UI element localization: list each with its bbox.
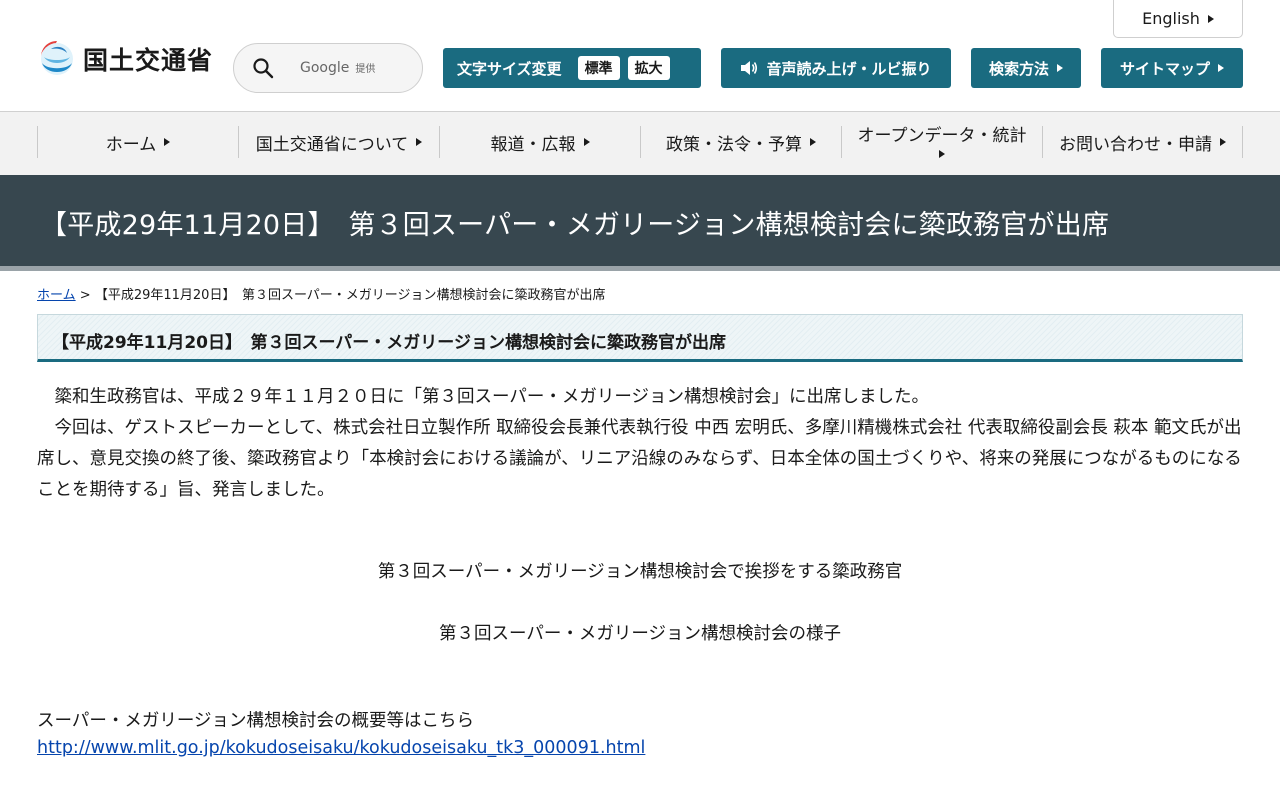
caret-right-icon [416, 138, 423, 146]
site-logo[interactable]: 国土交通省 [37, 37, 213, 81]
nav-item-label: 国土交通省について [255, 134, 409, 155]
speaker-icon [741, 61, 758, 75]
search-provided-label: 提供 [355, 64, 376, 75]
page-title-band: 【平成29年11月20日】 第３回スーパー・メガリージョン構想検討会に簗政務官が… [0, 175, 1280, 271]
caret-right-icon [1220, 138, 1226, 146]
nav-item-about[interactable]: 国土交通省について [238, 126, 439, 158]
nav-item-label: お問い合わせ・申請 [1059, 134, 1212, 155]
sitemap-button[interactable]: サイトマップ [1101, 48, 1243, 88]
caret-right-icon [939, 149, 945, 158]
breadcrumb-current: 【平成29年11月20日】 第３回スーパー・メガリージョン構想検討会に簗政務官が… [94, 288, 606, 303]
caret-right-icon [1218, 64, 1224, 72]
breadcrumb-home-link[interactable]: ホーム [37, 288, 76, 303]
photo-caption: 第３回スーパー・メガリージョン構想検討会で挨拶をする簗政務官 [377, 562, 903, 582]
nav-item-label: ホーム [105, 134, 157, 155]
sitemap-label: サイトマップ [1119, 59, 1210, 78]
font-size-control: 文字サイズ変更 標準 拡大 [443, 48, 701, 88]
breadcrumb: ホーム > 【平成29年11月20日】 第３回スーパー・メガリージョン構想検討会… [37, 284, 606, 303]
language-button[interactable]: English [1113, 0, 1243, 38]
search-method-label: 検索方法 [988, 59, 1049, 78]
search-placeholder[interactable]: Google 提供 [300, 60, 375, 76]
nav-item-label: オープンデータ・統計 [857, 125, 1027, 146]
search-icon[interactable] [252, 57, 274, 79]
nav-item-label: 報道・広報 [490, 134, 576, 155]
more-info-link[interactable]: http://www.mlit.go.jp/kokudoseisaku/koku… [37, 738, 645, 758]
search-provider: Google [300, 60, 350, 76]
font-size-normal-button[interactable]: 標準 [577, 56, 620, 80]
voice-ruby-button[interactable]: 音声読み上げ・ルビ振り [721, 48, 951, 88]
page-title: 【平成29年11月20日】 第３回スーパー・メガリージョン構想検討会に簗政務官が… [40, 210, 1110, 241]
search-method-button[interactable]: 検索方法 [971, 48, 1081, 88]
nav-item-contact[interactable]: お問い合わせ・申請 [1042, 126, 1243, 158]
nav-item-home[interactable]: ホーム [37, 126, 238, 158]
language-label: English [1142, 9, 1200, 28]
global-nav: ホーム 国土交通省について 報道・広報 政策・法令・予算 オープンデータ・統計 … [0, 112, 1280, 175]
more-info-label: スーパー・メガリージョン構想検討会の概要等はこちら [37, 711, 474, 731]
font-size-label: 文字サイズ変更 [457, 59, 562, 78]
nav-item-policy[interactable]: 政策・法令・予算 [640, 126, 841, 158]
section-heading-box: 【平成29年11月20日】 第３回スーパー・メガリージョン構想検討会に簗政務官が… [37, 314, 1243, 362]
search-box[interactable]: Google 提供 [233, 43, 423, 93]
breadcrumb-separator: > [79, 288, 91, 303]
logo-text: 国土交通省 [83, 46, 214, 75]
caret-right-icon [164, 138, 171, 146]
caret-right-icon [1057, 64, 1063, 72]
caret-right-icon [1207, 14, 1214, 23]
font-size-large-button[interactable]: 拡大 [627, 56, 670, 80]
nav-item-press[interactable]: 報道・広報 [439, 126, 640, 158]
nav-item-open-data[interactable]: オープンデータ・統計 [841, 126, 1042, 158]
photo-caption: 第３回スーパー・メガリージョン構想検討会の様子 [439, 624, 841, 644]
section-heading: 【平成29年11月20日】 第３回スーパー・メガリージョン構想検討会に簗政務官が… [52, 333, 726, 353]
article-paragraph: 今回は、ゲストスピーカーとして、株式会社日立製作所 取締役会長兼代表執行役 中西… [37, 418, 1242, 500]
mlit-logo-icon [41, 41, 73, 75]
nav-item-label: 政策・法令・予算 [666, 134, 802, 155]
caret-right-icon [583, 138, 590, 146]
article-body: 簗和生政務官は、平成２９年１１月２０日に「第３回スーパー・メガリージョン構想検討… [37, 382, 1243, 506]
site-header: 国土交通省 Google 提供 English 文字サイズ変更 標準 拡大 音声読… [0, 0, 1280, 112]
caret-right-icon [810, 138, 816, 146]
article-paragraph: 簗和生政務官は、平成２９年１１月２０日に「第３回スーパー・メガリージョン構想検討… [54, 387, 929, 407]
voice-ruby-label: 音声読み上げ・ルビ振り [766, 59, 932, 78]
